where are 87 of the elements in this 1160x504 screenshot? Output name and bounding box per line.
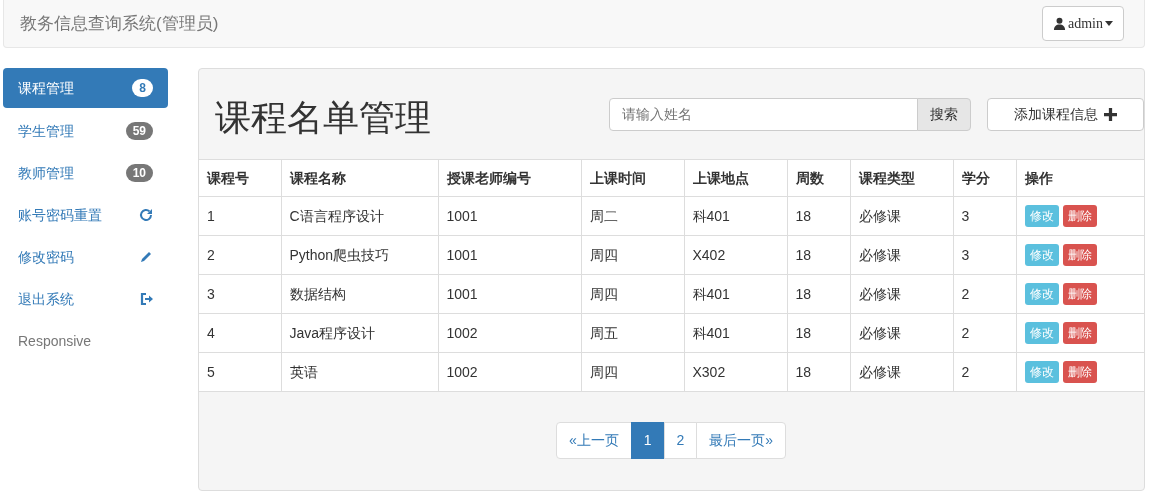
table-cell: 必修课 xyxy=(850,235,953,275)
table-cell: 1001 xyxy=(438,274,581,314)
sidebar-item-label: 课程管理 xyxy=(18,78,74,98)
table-cell: 18 xyxy=(787,235,850,275)
page-link[interactable]: 1 xyxy=(630,422,665,459)
table-cell: Java程序设计 xyxy=(281,313,438,353)
user-icon xyxy=(1053,17,1066,30)
table-cell: 周五 xyxy=(581,313,684,353)
table-cell: 必修课 xyxy=(850,274,953,314)
table-cell: X402 xyxy=(684,235,787,275)
column-header: 学分 xyxy=(953,159,1016,197)
column-header: 周数 xyxy=(787,159,850,197)
table-cell: 2 xyxy=(953,313,1016,353)
column-header: 课程名称 xyxy=(281,159,438,197)
column-header: 课程号 xyxy=(199,159,281,197)
sidebar-item[interactable]: 教师管理 10 xyxy=(3,152,168,194)
pencil-icon xyxy=(139,250,153,264)
sidebar-item[interactable]: 学生管理 59 xyxy=(3,110,168,152)
page-link[interactable]: «上一页 xyxy=(555,422,632,459)
column-header: 授课老师编号 xyxy=(438,159,581,197)
page-link[interactable]: 最后一页» xyxy=(696,422,787,459)
table-cell: 必修课 xyxy=(850,196,953,236)
plus-icon xyxy=(1104,107,1117,121)
table-cell: X302 xyxy=(684,352,787,392)
table-cell: 周四 xyxy=(581,352,684,392)
user-menu-button[interactable]: admin xyxy=(1042,6,1124,41)
table-cell: 1002 xyxy=(438,352,581,392)
page-link[interactable]: 2 xyxy=(663,422,698,459)
table-cell: 18 xyxy=(787,313,850,353)
table-cell: 科401 xyxy=(684,313,787,353)
table-cell: 18 xyxy=(787,352,850,392)
sidebar-item[interactable]: 修改密码 xyxy=(3,236,168,278)
table-cell: 1001 xyxy=(438,196,581,236)
page-title: 课程名单管理 xyxy=(215,96,432,140)
table-cell: 必修课 xyxy=(850,313,953,353)
delete-button[interactable]: 删除 xyxy=(1062,283,1097,305)
column-header: 操作 xyxy=(1016,159,1144,197)
table-cell: C语言程序设计 xyxy=(281,196,438,236)
table-cell: 4 xyxy=(199,313,281,353)
app-title[interactable]: 教务信息查询系统(管理员) xyxy=(20,10,219,37)
table-cell: 5 xyxy=(199,352,281,392)
table-cell: 18 xyxy=(787,274,850,314)
column-header: 课程类型 xyxy=(850,159,953,197)
count-badge: 8 xyxy=(132,78,153,98)
table-cell: 1001 xyxy=(438,235,581,275)
search-field[interactable]: 请输入姓名 xyxy=(609,97,918,131)
table-cell: 周四 xyxy=(581,274,684,314)
sidebar-item-label: 退出系统 xyxy=(18,289,74,309)
table-cell: 18 xyxy=(787,196,850,236)
delete-button[interactable]: 删除 xyxy=(1062,205,1097,227)
logout-icon xyxy=(139,292,153,306)
table-cell: 周四 xyxy=(581,235,684,275)
column-header: 上课时间 xyxy=(581,159,684,197)
table-cell: 3 xyxy=(199,274,281,314)
count-badge: 59 xyxy=(125,121,153,141)
table-cell: 1002 xyxy=(438,313,581,353)
delete-button[interactable]: 删除 xyxy=(1062,322,1097,344)
refresh-icon xyxy=(139,208,153,222)
table-cell: 1 xyxy=(199,196,281,236)
add-course-button[interactable]: 添加课程信息 xyxy=(987,97,1144,131)
table-cell: 3 xyxy=(953,235,1016,275)
sidebar-item[interactable]: 课程管理 8 xyxy=(3,68,168,108)
sidebar-item-label: 账号密码重置 xyxy=(18,205,102,225)
sidebar-item[interactable]: Responsive xyxy=(3,320,168,362)
table-cell: 2 xyxy=(953,352,1016,392)
sidebar-item[interactable]: 账号密码重置 xyxy=(3,194,168,236)
table-cell: 科401 xyxy=(684,274,787,314)
sidebar-item-label: 教师管理 xyxy=(18,163,74,183)
sidebar-item-label: Responsive xyxy=(18,331,92,351)
table-cell: 数据结构 xyxy=(281,274,438,314)
table-cell: 科401 xyxy=(684,196,787,236)
delete-button[interactable]: 删除 xyxy=(1062,361,1097,383)
table-cell: 2 xyxy=(199,235,281,275)
column-header: 上课地点 xyxy=(684,159,787,197)
table-cell: 3 xyxy=(953,196,1016,236)
table-cell: 英语 xyxy=(281,352,438,392)
sidebar-item-label: 修改密码 xyxy=(18,247,74,267)
table-cell: 2 xyxy=(953,274,1016,314)
table-cell: Python爬虫技巧 xyxy=(281,235,438,275)
sidebar-item-label: 学生管理 xyxy=(18,121,74,141)
search-button[interactable]: 搜索 xyxy=(917,97,971,131)
caret-icon xyxy=(1105,21,1113,26)
table-cell: 必修课 xyxy=(850,352,953,392)
count-badge: 10 xyxy=(125,163,153,183)
sidebar-item[interactable]: 退出系统 xyxy=(3,278,168,320)
table-cell: 周二 xyxy=(581,196,684,236)
delete-button[interactable]: 删除 xyxy=(1062,244,1097,266)
